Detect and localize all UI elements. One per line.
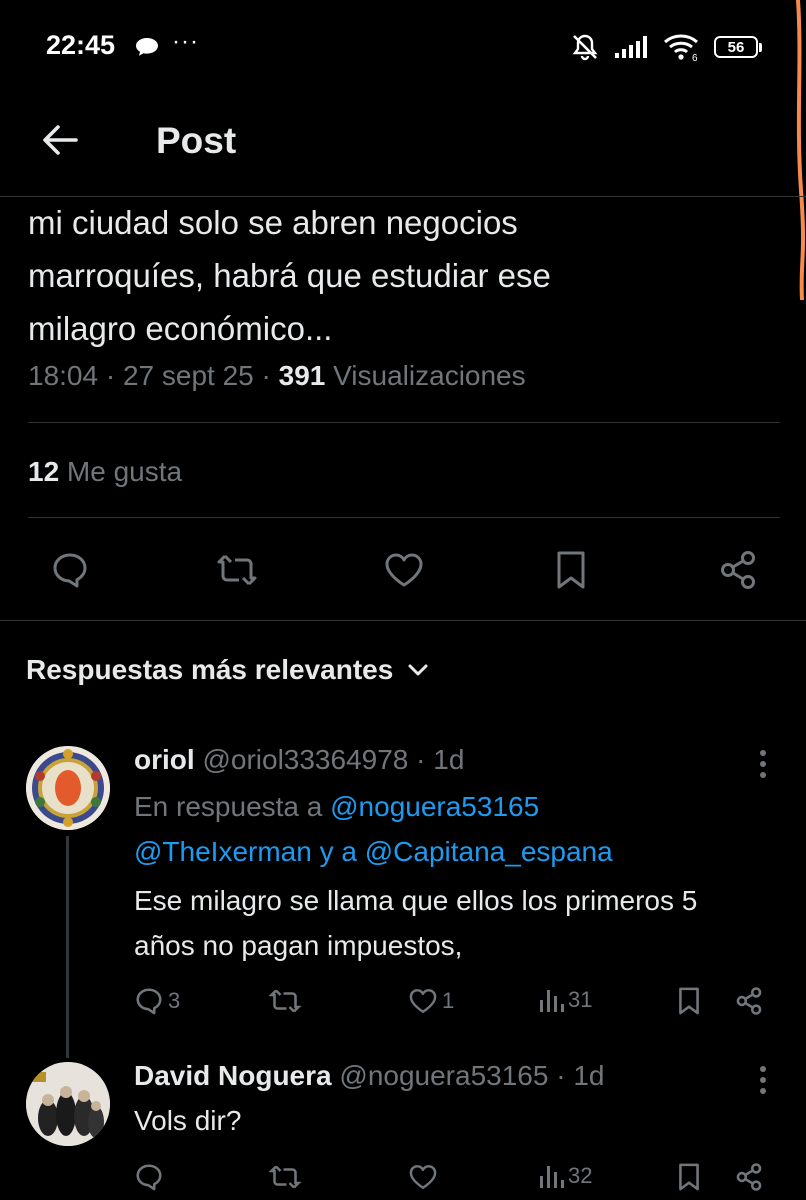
avatar[interactable] xyxy=(26,1062,110,1146)
reply-author-name[interactable]: David Noguera xyxy=(134,1060,332,1091)
more-icon xyxy=(760,750,766,778)
replies-section-title: Respuestas más relevantes xyxy=(26,654,394,685)
reply-retweet-button[interactable] xyxy=(268,986,306,1016)
reply-more-button[interactable] xyxy=(748,1060,778,1100)
bookmark-icon xyxy=(679,1163,699,1191)
tweet-action-bar xyxy=(46,546,762,594)
tweet-time[interactable]: 18:04 xyxy=(28,360,98,391)
battery-icon: 56 xyxy=(714,36,762,58)
like-icon xyxy=(409,989,437,1013)
views-label: Visualizaciones xyxy=(325,360,526,391)
tweet-date[interactable]: 27 sept 25 xyxy=(123,360,254,391)
divider xyxy=(28,517,780,518)
header-divider xyxy=(0,196,806,197)
tweet-text-line: milagro económico... xyxy=(28,310,333,347)
reply-header: oriol @oriol33364978 · 1d xyxy=(134,744,464,776)
divider xyxy=(28,422,780,423)
back-arrow-icon xyxy=(43,125,78,155)
divider xyxy=(0,620,806,621)
status-time: 22:45 xyxy=(46,30,116,60)
retweet-button[interactable] xyxy=(213,546,261,594)
likes-link[interactable]: 12 Me gusta xyxy=(28,456,182,488)
notification-dots: ··· xyxy=(172,28,199,55)
mention-link[interactable]: @Capitana_espana xyxy=(365,836,613,867)
thread-line xyxy=(66,836,69,1058)
share-icon xyxy=(736,987,762,1015)
like-button[interactable] xyxy=(380,546,428,594)
back-button[interactable] xyxy=(38,118,82,162)
views-count: 32 xyxy=(568,1163,593,1188)
reply-text: Vols dir? xyxy=(134,1105,242,1136)
status-right: 6 56 xyxy=(570,32,762,62)
tweet-text-line: mi ciudad solo se abren negocios xyxy=(28,204,518,241)
likes-label: Me gusta xyxy=(59,456,183,487)
tweet-meta: 18:04 · 27 sept 25 · 391 Visualizaciones xyxy=(28,360,526,391)
more-icon xyxy=(760,1066,766,1094)
reply-retweet-button[interactable] xyxy=(268,1162,306,1192)
page-title: Post xyxy=(156,120,237,161)
chevron-down-icon xyxy=(407,663,429,677)
mention-link[interactable]: @TheIxerman xyxy=(134,836,312,867)
reply-share-button[interactable] xyxy=(734,986,764,1016)
mute-icon xyxy=(570,32,600,62)
reply-author-handle[interactable]: @oriol33364978 xyxy=(202,744,408,775)
like-icon xyxy=(409,1165,437,1189)
reply-context: En respuesta a @noguera53165 @TheIxerman… xyxy=(134,791,613,867)
signal-icon xyxy=(614,35,648,59)
reply-bookmark-button[interactable] xyxy=(676,986,702,1016)
reply-icon xyxy=(53,553,87,588)
share-button[interactable] xyxy=(714,546,762,594)
views-count: 31 xyxy=(568,987,593,1012)
reply-author-name[interactable]: oriol xyxy=(134,744,195,775)
avatar[interactable] xyxy=(26,746,110,830)
chat-bubble-icon xyxy=(134,36,160,58)
views-icon xyxy=(540,1166,564,1188)
share-icon xyxy=(736,1163,762,1191)
reply-views-button[interactable]: 32 xyxy=(538,1162,592,1190)
reply-icon xyxy=(136,988,162,1015)
like-count: 1 xyxy=(442,988,455,1013)
reply-time: · 1d xyxy=(548,1060,605,1091)
annotation-stroke xyxy=(792,0,806,300)
tweet-text-line: marroquíes, habrá que estudiar ese xyxy=(28,257,551,294)
reply-reply-button[interactable]: 3 xyxy=(134,986,180,1016)
reply-bookmark-button[interactable] xyxy=(676,1162,702,1192)
reply-text: Ese milagro se llama que ellos los prime… xyxy=(134,885,698,961)
retweet-icon xyxy=(217,554,257,586)
reply-like-button[interactable] xyxy=(408,1162,442,1192)
retweet-icon xyxy=(268,1165,302,1189)
like-icon xyxy=(385,553,423,587)
reply-share-button[interactable] xyxy=(734,1162,764,1192)
reply-time: · 1d xyxy=(408,744,465,775)
reply-header: David Noguera @noguera53165 · 1d xyxy=(134,1060,604,1092)
reply-count: 3 xyxy=(168,988,181,1013)
reply-author-handle[interactable]: @noguera53165 xyxy=(339,1060,548,1091)
svg-text:6: 6 xyxy=(692,53,698,61)
reply-views-button[interactable]: 31 xyxy=(538,986,592,1014)
replies-sort-button[interactable]: Respuestas más relevantes xyxy=(26,654,429,686)
share-icon xyxy=(721,551,755,589)
retweet-icon xyxy=(268,989,302,1013)
wifi-icon: 6 xyxy=(662,33,700,61)
views-count: 391 xyxy=(278,360,326,391)
battery-level: 56 xyxy=(714,36,758,58)
reply-icon xyxy=(136,1164,162,1191)
reply-more-button[interactable] xyxy=(748,744,778,784)
mention-link[interactable]: @noguera53165 xyxy=(330,791,539,822)
bookmark-icon xyxy=(557,551,585,589)
likes-count: 12 xyxy=(28,456,60,487)
reply-like-button[interactable]: 1 xyxy=(408,986,454,1016)
bookmark-icon xyxy=(679,987,699,1015)
reply-reply-button[interactable] xyxy=(134,1162,168,1192)
tweet-text: mi ciudad solo se abren negocios marroqu… xyxy=(28,196,728,355)
views-icon xyxy=(540,990,564,1012)
bookmark-button[interactable] xyxy=(547,546,595,594)
reply-button[interactable] xyxy=(46,546,94,594)
